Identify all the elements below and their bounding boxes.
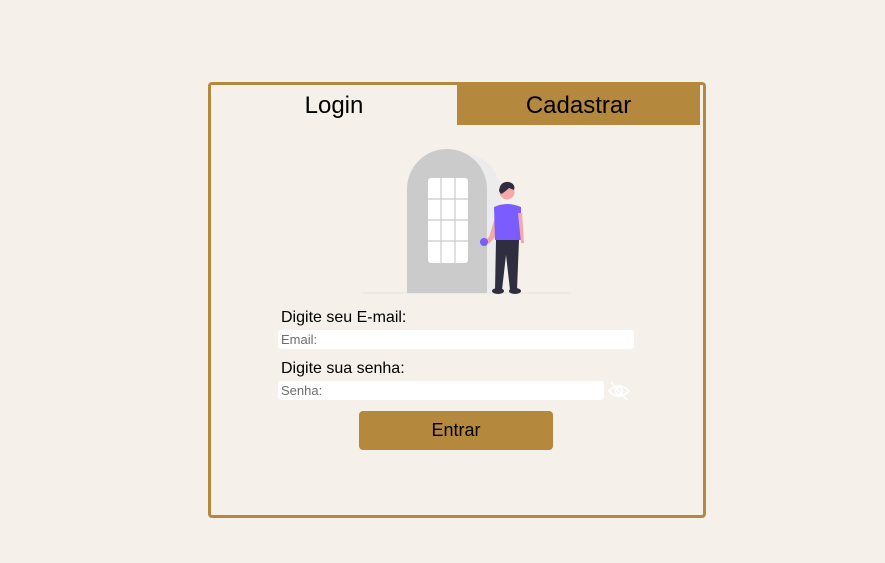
password-field[interactable]	[278, 381, 604, 400]
tab-login[interactable]: Login	[211, 85, 457, 125]
email-label: Digite seu E-mail:	[281, 309, 407, 326]
email-field[interactable]	[278, 330, 634, 349]
door-illustration	[363, 149, 571, 294]
password-label: Digite sua senha:	[281, 360, 405, 377]
submit-button[interactable]: Entrar	[359, 411, 553, 450]
tab-register[interactable]: Cadastrar	[457, 85, 700, 125]
tab-bar: Login Cadastrar	[211, 85, 703, 125]
eye-slash-icon[interactable]	[607, 379, 631, 403]
login-card: Login Cadastrar Digite seu E-mail: Di	[208, 82, 706, 518]
